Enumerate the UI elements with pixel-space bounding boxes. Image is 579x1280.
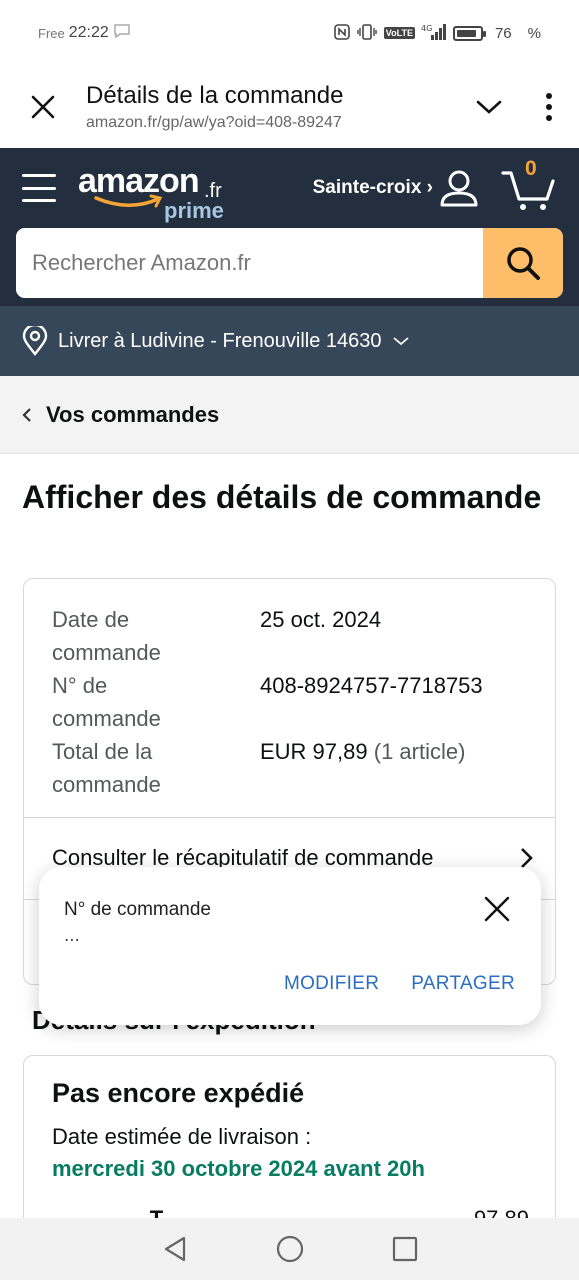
status-left: Free 22:22 (38, 23, 131, 43)
order-number-row: N° de commande 408-8924757-7718753 (52, 669, 527, 735)
search-bar (16, 228, 563, 298)
recents-square-icon[interactable] (392, 1236, 418, 1262)
popup-actions: MODIFIER PARTAGER (284, 973, 515, 995)
message-bubble-icon (113, 23, 131, 43)
volte-badge: VoLTE (383, 27, 415, 39)
breadcrumb-label: Vos commandes (46, 401, 220, 427)
nfc-icon (333, 23, 350, 43)
order-total-key-line2: commande (52, 772, 161, 797)
order-total-key-line1: Total de la (52, 739, 153, 764)
close-icon (484, 896, 510, 922)
logo-smile-icon (94, 194, 163, 208)
home-circle-icon[interactable] (276, 1235, 304, 1263)
order-date-key: Date de commande (52, 603, 260, 669)
search-icon (507, 247, 540, 280)
search-button[interactable] (483, 228, 563, 298)
chevron-down-icon (476, 100, 502, 114)
menu-line (22, 174, 56, 177)
status-right: VoLTE 4G 76 % (333, 23, 541, 44)
location-pin-icon (22, 326, 48, 356)
signal-icon: 4G (421, 23, 447, 44)
deliver-to-label: Livrer à Ludivine - Frenouville 14630 (58, 329, 382, 352)
order-number-key-line2: commande (52, 706, 161, 731)
system-nav-bar (0, 1218, 579, 1280)
order-date-value: 25 oct. 2024 (260, 607, 382, 632)
breadcrumb[interactable]: Vos commandes (0, 376, 579, 454)
expand-header-button[interactable] (459, 66, 519, 148)
order-date-key-line1: Date de (52, 607, 130, 632)
user-icon (440, 170, 478, 207)
chevron-down-icon (392, 337, 409, 346)
close-icon (31, 95, 55, 119)
custom-tab-header: Détails de la commande amazon.fr/gp/aw/y… (0, 66, 579, 148)
shipment-status: Pas encore expédié (52, 1078, 305, 1108)
account-label: Sainte-croix › (312, 177, 433, 198)
chevron-left-icon (22, 407, 31, 422)
close-tab-button[interactable] (0, 66, 86, 148)
account-link[interactable]: Sainte-croix › (313, 168, 479, 208)
order-item-count: (1 article) (373, 739, 466, 764)
order-number-value: 408-8924757-7718753 (260, 673, 483, 698)
more-dot-icon (546, 115, 552, 121)
order-date-row: Date de commande 25 oct. 2024 (52, 603, 527, 669)
tab-titles: Détails de la commande amazon.fr/gp/aw/y… (86, 82, 459, 132)
battery-percent: 76 (494, 24, 512, 42)
order-date-key-line2: commande (52, 640, 161, 665)
search-row (0, 228, 579, 298)
logo-prime: prime (164, 198, 224, 223)
delivery-estimate-label: Date estimée de livraison : (52, 1124, 312, 1149)
search-input[interactable] (16, 228, 483, 298)
order-total-row: Total de la commande EUR 97,89 (1 articl… (52, 735, 527, 801)
order-total-value: EUR 97,89 (1 article) (260, 735, 465, 801)
popup-value: ... (64, 925, 80, 946)
cart-count: 0 (525, 157, 537, 180)
popup-label: N° de commande (64, 899, 211, 920)
amazon-logo[interactable]: amazon .fr prime (78, 158, 238, 223)
battery-percent-sign: % (527, 24, 541, 42)
more-dot-icon (546, 93, 552, 99)
popup-edit-button[interactable]: MODIFIER (284, 973, 379, 995)
menu-line (22, 199, 56, 202)
carrier-label: Free (38, 25, 65, 41)
nav-top: amazon .fr prime Sainte-croix › 0 (0, 148, 579, 228)
more-dot-icon (546, 104, 552, 110)
order-number-popup: N° de commande ... MODIFIER PARTAGER (39, 867, 541, 1025)
popup-close-button[interactable] (481, 893, 513, 925)
more-options-button[interactable] (519, 66, 579, 148)
order-total-amount: EUR 97,89 (260, 739, 368, 764)
order-info-grid: Date de commande 25 oct. 2024 N° de comm… (24, 579, 555, 801)
menu-button[interactable] (22, 174, 56, 202)
amazon-nav: amazon .fr prime Sainte-croix › 0 (0, 148, 579, 306)
vibrate-icon (356, 23, 378, 43)
popup-share-button[interactable]: PARTAGER (411, 973, 515, 995)
status-bar: Free 22:22 VoLTE 4G 76 % (0, 0, 579, 66)
delivery-estimate-date: mercredi 30 octobre 2024 avant 20h (52, 1156, 425, 1181)
tab-url: amazon.fr/gp/aw/ya?oid=408-89247 (86, 114, 342, 131)
tab-title: Détails de la commande (86, 82, 344, 109)
order-number-key: N° de commande (52, 669, 260, 735)
cart-button[interactable]: 0 (501, 157, 557, 213)
svg-text:4G: 4G (421, 24, 432, 33)
order-total-key: Total de la commande (52, 735, 260, 801)
back-triangle-icon[interactable] (162, 1235, 188, 1263)
menu-line (22, 186, 56, 190)
page-title: Afficher des détails de commande (22, 479, 542, 515)
battery-icon (452, 25, 486, 41)
clock: 22:22 (68, 24, 109, 41)
deliver-to-bar[interactable]: Livrer à Ludivine - Frenouville 14630 (0, 306, 579, 376)
order-number-key-line1: N° de (52, 673, 108, 698)
